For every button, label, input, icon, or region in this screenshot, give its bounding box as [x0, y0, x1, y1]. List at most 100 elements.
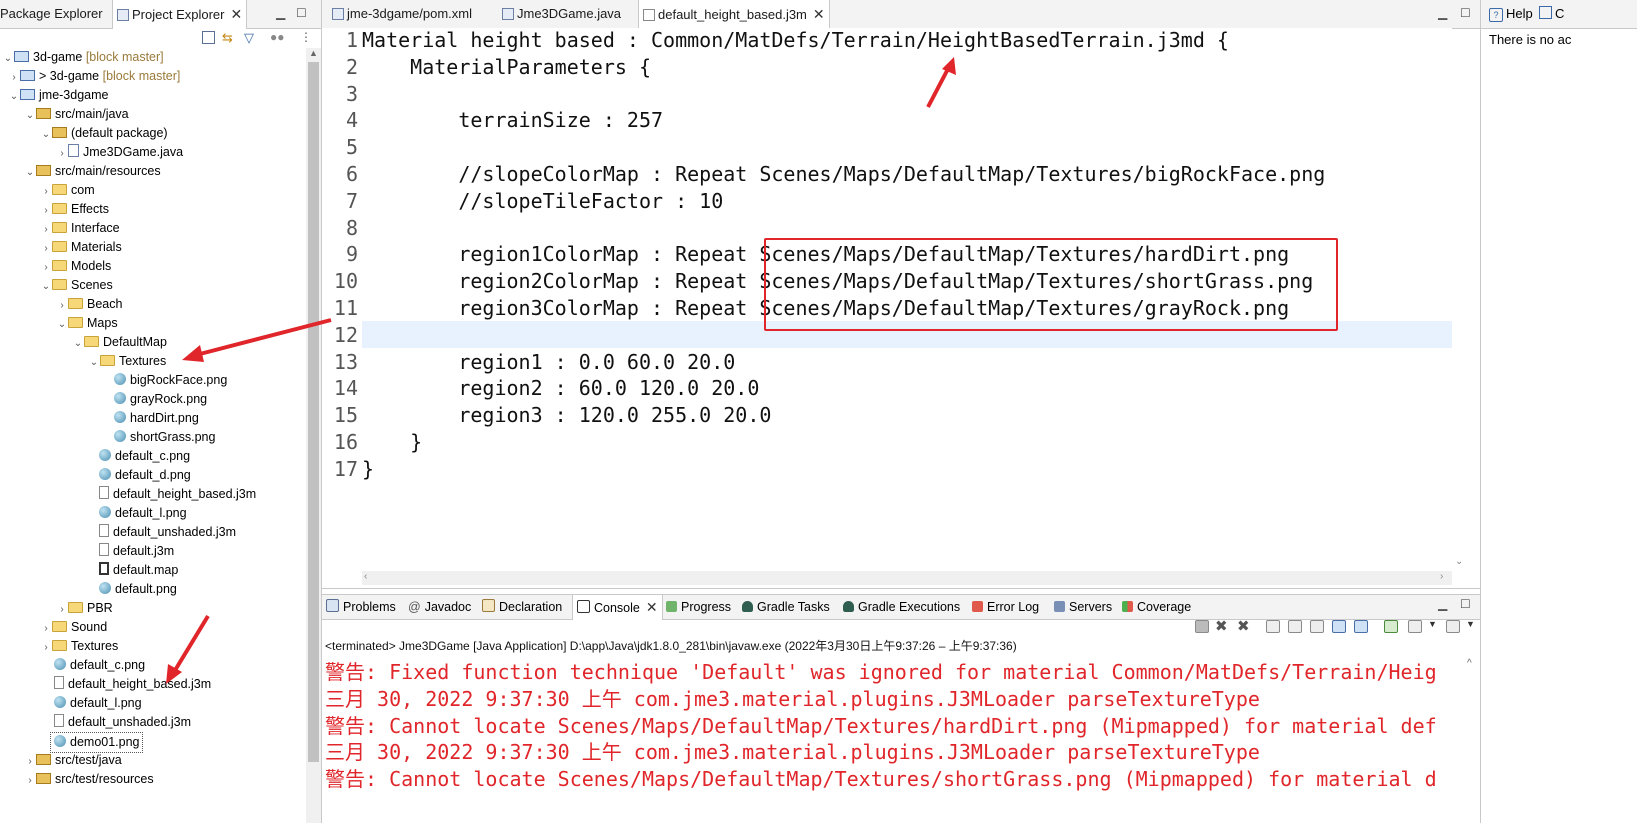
tree-scrollbar-thumb[interactable] — [308, 62, 319, 762]
tree-item-textures[interactable]: ⌄ Textures — [88, 352, 166, 371]
tree-item-default-unshaded[interactable]: default_unshaded.j3m — [99, 523, 236, 542]
chevron-right-icon[interactable]: › — [40, 619, 52, 638]
tree-item-textures-top[interactable]: › Textures — [40, 637, 118, 656]
tree-item-default-height-based[interactable]: default_height_based.j3m — [99, 485, 256, 504]
maximize-icon[interactable]: ☐ — [1460, 6, 1471, 20]
tree-item-default-map[interactable]: default.map — [99, 561, 178, 580]
remove-all-icon[interactable]: ✖ — [1237, 617, 1250, 635]
tree-item-root-default-unshaded[interactable]: default_unshaded.j3m — [54, 713, 191, 732]
expand-icon[interactable]: ⌄ — [56, 315, 68, 334]
tab-help[interactable]: ? Help — [1489, 6, 1533, 22]
expand-icon[interactable]: ⌄ — [40, 125, 52, 144]
scroll-left-icon[interactable]: ‹ — [364, 571, 367, 582]
maximize-icon[interactable]: ☐ — [1460, 597, 1471, 611]
show-stderr-icon[interactable] — [1354, 620, 1368, 633]
expand-icon[interactable]: ⌄ — [2, 49, 14, 68]
minimize-icon[interactable]: ▁ — [276, 6, 285, 20]
word-wrap-icon[interactable] — [1310, 620, 1324, 633]
chevron-right-icon[interactable]: › — [40, 182, 52, 201]
scroll-lock-icon[interactable] — [1288, 620, 1302, 633]
tab-second[interactable]: C — [1539, 6, 1564, 21]
tab-console[interactable]: Console ✕ — [572, 595, 663, 620]
scroll-down-icon[interactable]: ⌄ — [1455, 556, 1463, 567]
tab-pom-xml[interactable]: jme-3dgame/pom.xml — [328, 0, 472, 28]
tree-item-sound[interactable]: › Sound — [40, 618, 107, 637]
chevron-right-icon[interactable]: › — [56, 600, 68, 619]
tab-coverage[interactable]: Coverage — [1122, 595, 1191, 619]
tab-javadoc[interactable]: @ Javadoc — [408, 595, 471, 619]
tree-item-defaultmap[interactable]: ⌄ DefaultMap — [72, 333, 167, 352]
tab-declaration[interactable]: Declaration — [482, 595, 562, 619]
pin-console-icon[interactable] — [1384, 620, 1398, 633]
tree-item-src-main-java[interactable]: ⌄ src/main/java — [24, 105, 129, 124]
expand-icon[interactable]: ⌄ — [72, 334, 84, 353]
view-menu-icon[interactable]: ●● — [270, 30, 285, 44]
chevron-down-icon[interactable]: ▼ — [1428, 619, 1437, 629]
tree-item-default-c[interactable]: default_c.png — [99, 447, 190, 466]
tree-item-materials[interactable]: › Materials — [40, 238, 121, 258]
scroll-up-icon[interactable]: ▲ — [309, 48, 318, 58]
collapse-all-icon[interactable] — [202, 31, 215, 44]
tab-gradle-tasks[interactable]: Gradle Tasks — [742, 595, 830, 619]
tab-package-explorer[interactable]: Package Explorer — [0, 0, 103, 28]
tree-item-default-j3m[interactable]: default.j3m — [99, 542, 174, 561]
display-console-icon[interactable] — [1408, 620, 1422, 633]
tab-error-log[interactable]: Error Log — [972, 595, 1039, 619]
editor-console-divider[interactable] — [322, 588, 1480, 589]
expand-icon[interactable]: ⌄ — [40, 277, 52, 296]
tree-item-default-png[interactable]: default.png — [99, 580, 177, 599]
tree-item-interface[interactable]: › Interface — [40, 219, 119, 239]
tab-problems[interactable]: Problems — [326, 595, 396, 619]
tree-item-models[interactable]: › Models — [40, 257, 111, 276]
chevron-right-icon[interactable]: › — [40, 220, 52, 239]
tree-item-src-main-resources[interactable]: ⌄ src/main/resources — [24, 162, 161, 181]
open-console-icon[interactable] — [1446, 620, 1460, 633]
tree-item-effects[interactable]: › Effects — [40, 200, 109, 219]
chevron-right-icon[interactable]: › — [40, 201, 52, 220]
maximize-icon[interactable]: ☐ — [296, 6, 307, 20]
show-stdout-icon[interactable] — [1332, 620, 1346, 633]
tab-default-height-based[interactable]: default_height_based.j3m ✕ — [638, 0, 830, 29]
scroll-right-icon[interactable]: › — [1440, 571, 1443, 582]
close-icon[interactable]: ✕ — [230, 0, 242, 28]
tree-item-src-test-resources[interactable]: › src/test/resources — [24, 770, 153, 790]
tree-item-demo01[interactable]: demo01.png — [50, 732, 143, 753]
tree-item-default-package[interactable]: ⌄ (default package) — [40, 124, 168, 143]
tree-item-grayrock[interactable]: grayRock.png — [114, 390, 207, 409]
tab-jme3dgame-java[interactable]: Jme3DGame.java — [498, 0, 621, 28]
expand-icon[interactable]: ⌄ — [24, 163, 36, 182]
tree-item-root-default-l[interactable]: default_l.png — [54, 694, 142, 713]
chevron-right-icon[interactable]: › — [56, 296, 68, 315]
tree-item-src-test-java[interactable]: › src/test/java — [24, 751, 121, 771]
chevron-right-icon[interactable]: › — [24, 752, 36, 771]
remove-launch-icon[interactable]: ✖ — [1215, 617, 1228, 635]
chevron-right-icon[interactable]: › — [40, 239, 52, 258]
tree-item-bigrockface[interactable]: bigRockFace.png — [114, 371, 227, 390]
tree-item-3d-game-root[interactable]: ⌄ 3d-game [block master] — [2, 48, 164, 67]
tab-project-explorer[interactable]: Project Explorer ✕ — [112, 0, 248, 29]
tree-item-jme-3dgame[interactable]: ⌄ jme-3dgame — [8, 86, 109, 106]
expand-icon[interactable]: ⌄ — [8, 87, 20, 106]
minimize-icon[interactable]: ▁ — [1438, 597, 1447, 611]
tree-item-root-default-c[interactable]: default_c.png — [54, 656, 145, 675]
tab-servers[interactable]: Servers — [1054, 595, 1112, 619]
link-editor-icon[interactable]: ⇆ — [222, 30, 233, 46]
tree-item-harddirt[interactable]: hardDirt.png — [114, 409, 199, 428]
tab-progress[interactable]: Progress — [666, 595, 731, 619]
close-icon[interactable]: ✕ — [813, 0, 825, 28]
chevron-down-icon[interactable]: ▼ — [1466, 619, 1475, 629]
more-icon[interactable]: ⋮ — [300, 30, 312, 44]
clear-console-icon[interactable] — [1266, 620, 1280, 633]
editor-horizontal-scrollbar[interactable] — [362, 571, 1452, 585]
tree-item-shortgrass[interactable]: shortGrass.png — [114, 428, 215, 447]
chevron-right-icon[interactable]: › — [8, 68, 20, 87]
chevron-right-icon[interactable]: › — [40, 258, 52, 277]
terminate-icon[interactable] — [1195, 620, 1209, 633]
tree-item-default-d[interactable]: default_d.png — [99, 466, 191, 485]
expand-icon[interactable]: ⌄ — [24, 106, 36, 125]
chevron-right-icon[interactable]: › — [24, 771, 36, 790]
tree-item-com[interactable]: › com — [40, 181, 94, 201]
tree-item-default-l[interactable]: default_l.png — [99, 504, 187, 523]
tree-item-pbr[interactable]: › PBR — [56, 599, 112, 619]
close-icon[interactable]: ✕ — [646, 595, 658, 619]
